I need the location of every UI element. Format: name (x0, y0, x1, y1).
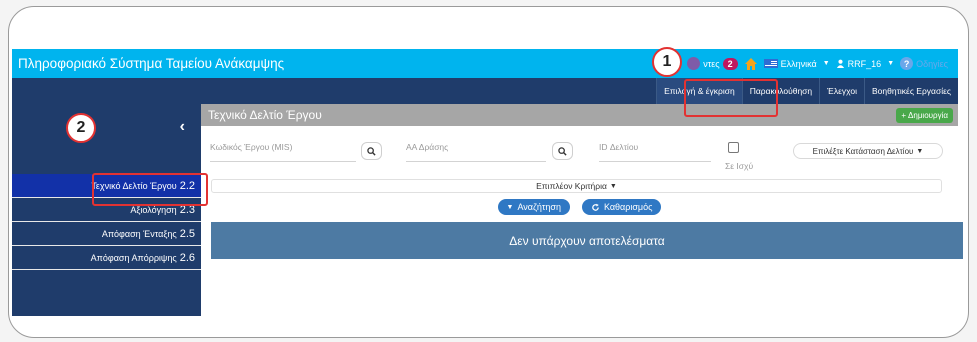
create-button-label: Δημιουργία (908, 110, 948, 120)
messages-icon (687, 57, 701, 70)
user-menu[interactable]: RRF_16 ▼ (836, 59, 894, 69)
sidebar-item-rejection-decision[interactable]: Απόφαση Απόρριψης 2.6 (12, 246, 201, 270)
valid-checkbox-label: Σε Ισχύ (725, 161, 754, 171)
chevron-down-icon: ▼ (822, 60, 830, 67)
sidebar: ‹ Τεχνικό Δελτίο Έργου 2.2 Αξιολόγηση 2.… (12, 104, 201, 316)
sidebar-item-label: Αξιολόγηση (130, 204, 177, 215)
chevron-down-icon: ▼ (916, 147, 924, 155)
clear-button[interactable]: Καθαρισμός (581, 199, 662, 215)
action-number-search-button[interactable] (552, 142, 573, 160)
project-code-search-button[interactable] (361, 142, 382, 160)
search-icon (367, 146, 376, 156)
main-navbar: Επιλογή & έγκριση Παρακολούθηση Έλεγχοι … (12, 78, 958, 104)
project-code-field[interactable]: Κωδικός Έργου (MIS) (210, 142, 356, 162)
chevron-down-icon: ▼ (609, 182, 617, 190)
help-label: Οδηγίες (916, 58, 948, 69)
step-marker-2: 2 (66, 113, 96, 143)
filters-row: Κωδικός Έργου (MIS) ΑΑ Δράσης ID Δελτίου… (201, 142, 958, 172)
no-results-banner: Δεν υπάρχουν αποτελέσματα (211, 222, 963, 259)
messages-count-badge: 2 (722, 57, 738, 70)
help-icon: ? (900, 57, 914, 70)
action-buttons: ▼ Αναζήτηση Καθαρισμός (201, 199, 958, 215)
sidebar-item-number: 2.6 (179, 251, 195, 264)
clear-button-label: Καθαρισμός (603, 202, 653, 212)
dropdown-arrow-icon: ▼ (506, 203, 514, 211)
valid-checkbox[interactable] (728, 142, 739, 153)
action-number-field[interactable]: ΑΑ Δράσης (406, 142, 546, 162)
status-select-label: Επιλέξτε Κατάσταση Δελτίου (812, 146, 914, 156)
sidebar-item-label: Απόφαση Απόρριψης (90, 252, 177, 263)
home-icon[interactable] (744, 57, 758, 71)
section-header: Τεχνικό Δελτίο Έργου + Δημιουργία (201, 104, 958, 126)
user-icon (836, 59, 844, 68)
tab-auxiliary-tasks[interactable]: Βοηθητικές Εργασίες (863, 78, 958, 104)
header-right: ντες 2 Ελληνικά ▼ RRF_16 ▼ ? Οδηγίες (687, 49, 948, 78)
sidebar-item-number: 2.5 (179, 227, 195, 240)
language-label: Ελληνικά (780, 58, 817, 69)
more-criteria-toggle[interactable]: Επιπλέον Κριτήρια ▼ (211, 179, 942, 193)
search-icon (558, 146, 567, 156)
messages-link[interactable]: ντες 2 (687, 57, 738, 70)
plus-icon: + (901, 110, 907, 120)
messages-label: ντες (703, 58, 720, 69)
refresh-icon (592, 203, 599, 211)
user-label: RRF_16 (847, 58, 882, 69)
greek-flag-icon (763, 59, 778, 68)
page-title: Τεχνικό Δελτίο Έργου (208, 108, 322, 122)
collapse-sidebar-icon[interactable]: ‹ (180, 118, 185, 136)
search-button-label: Αναζήτηση (517, 202, 561, 212)
tab-audits[interactable]: Έλεγχοι (819, 78, 864, 104)
status-select[interactable]: Επιλέξτε Κατάσταση Δελτίου ▼ (793, 143, 943, 159)
highlight-sidebar-item (92, 173, 208, 206)
more-criteria-label: Επιπλέον Κριτήρια (536, 181, 607, 191)
main-content: Τεχνικό Δελτίο Έργου + Δημιουργία Κωδικό… (201, 104, 963, 316)
help-link[interactable]: ? Οδηγίες (900, 57, 948, 70)
sheet-id-field[interactable]: ID Δελτίου (599, 142, 711, 162)
app-header: Πληροφοριακό Σύστημα Ταμείου Ανάκαμψης ν… (12, 49, 958, 78)
chevron-down-icon: ▼ (887, 60, 895, 67)
search-button[interactable]: ▼ Αναζήτηση (497, 199, 570, 215)
sidebar-item-label: Απόφαση Ένταξης (101, 228, 177, 239)
language-selector[interactable]: Ελληνικά ▼ (763, 58, 830, 69)
app-title: Πληροφοριακό Σύστημα Ταμείου Ανάκαμψης (18, 56, 285, 71)
create-button[interactable]: + Δημιουργία (896, 107, 953, 123)
sidebar-item-inclusion-decision[interactable]: Απόφαση Ένταξης 2.5 (12, 222, 201, 246)
step-marker-1: 1 (652, 47, 682, 77)
highlight-nav-tab (684, 79, 778, 117)
